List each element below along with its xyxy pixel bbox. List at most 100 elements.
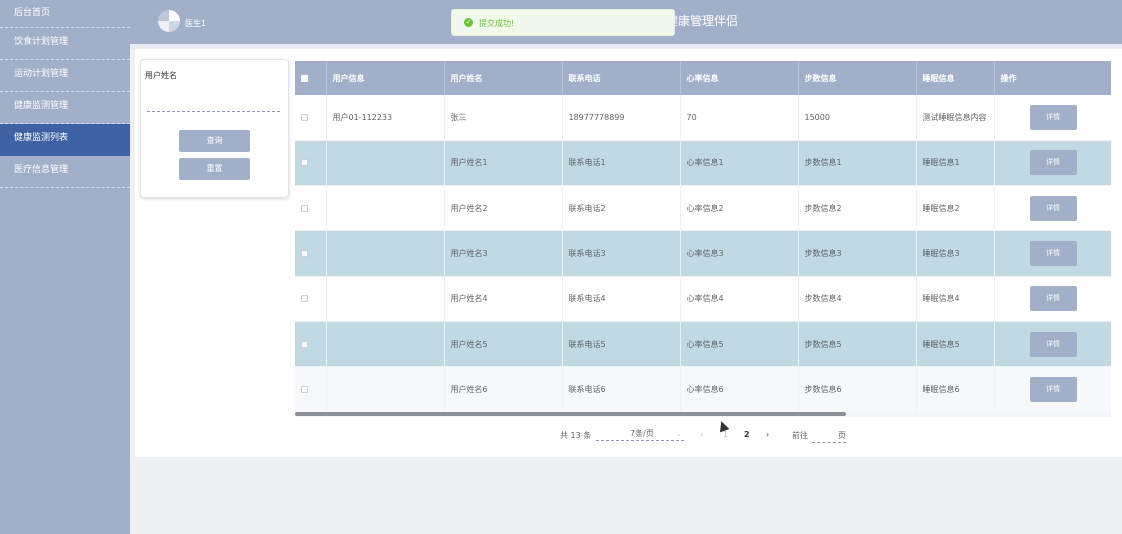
column-header: 联系电话 — [562, 61, 681, 95]
detail-button[interactable]: 详情 — [1029, 195, 1077, 221]
cell-phone: 联系电话5 — [562, 321, 681, 368]
table-header-row: 用户信息 用户姓名 联系电话 心率信息 步数信息 睡眠信息 操作 — [295, 61, 1111, 95]
cell-name: 用户姓名2 — [444, 185, 563, 232]
page-size-value: 7条/页 — [630, 429, 654, 438]
row-select-cell[interactable] — [295, 276, 327, 322]
row-checkbox[interactable] — [301, 204, 308, 212]
cell-actions: 详情 — [994, 95, 1111, 141]
row-checkbox[interactable] — [301, 159, 308, 167]
cell-steps: 步数信息6 — [798, 366, 917, 413]
cell-phone: 联系电话1 — [562, 140, 681, 187]
row-checkbox[interactable] — [301, 250, 308, 258]
sidebar: 后台首页 饮食计划管理 运动计划管理 健康监测管理 健康监测列表 医疗信息管理 — [0, 0, 130, 534]
table-row: 用户姓名5 联系电话5 心率信息5 步数信息5 睡眠信息5 详情 — [295, 321, 1111, 368]
cell-phone: 联系电话3 — [562, 230, 681, 277]
page-size-select[interactable]: 7条/页 ⌄ — [596, 427, 684, 441]
avatar[interactable] — [158, 10, 180, 32]
page-title: 健康管理伴侣 — [666, 14, 739, 28]
cell-user-info: 用户01-112233 — [326, 95, 445, 141]
row-select-cell[interactable] — [295, 95, 327, 141]
check-circle-icon: ✓ — [464, 18, 473, 27]
cell-actions: 详情 — [994, 230, 1111, 277]
cell-actions: 详情 — [994, 366, 1111, 413]
cell-name: 用户姓名4 — [444, 276, 563, 322]
pagination-total: 共 13 条 — [560, 431, 592, 440]
detail-button[interactable]: 详情 — [1029, 241, 1077, 267]
cell-heart: 70 — [680, 95, 799, 141]
detail-button[interactable]: 详情 — [1029, 331, 1077, 357]
sidebar-item-health-monitor-list[interactable]: 健康监测列表 — [0, 124, 130, 156]
data-table: 用户信息 用户姓名 联系电话 心率信息 步数信息 睡眠信息 操作 用户01-11… — [295, 61, 1111, 413]
page-button-2[interactable]: 2 — [744, 430, 750, 439]
user-name: 医生1 — [185, 19, 207, 28]
cell-heart: 心率信息5 — [680, 321, 799, 368]
toast-message: 提交成功! — [479, 19, 515, 28]
cell-heart: 心率信息6 — [680, 366, 799, 413]
detail-button[interactable]: 详情 — [1029, 376, 1077, 402]
cell-user-info — [326, 140, 445, 187]
cell-user-info — [326, 276, 445, 322]
reset-button[interactable]: 重置 — [179, 158, 250, 180]
cell-sleep: 测试睡眠信息内容 — [916, 95, 995, 141]
detail-button[interactable]: 详情 — [1029, 104, 1077, 130]
success-toast: ✓ 提交成功! — [451, 9, 675, 36]
cell-steps: 步数信息4 — [798, 276, 917, 322]
column-header: 步数信息 — [798, 61, 917, 95]
table-row: 用户姓名3 联系电话3 心率信息3 步数信息3 睡眠信息3 详情 — [295, 230, 1111, 277]
row-select-cell[interactable] — [295, 366, 327, 413]
chevron-down-icon: ⌄ — [675, 429, 682, 438]
cell-phone: 联系电话4 — [562, 276, 681, 322]
row-checkbox[interactable] — [301, 295, 308, 303]
sidebar-item-diet-plan[interactable]: 饮食计划管理 — [0, 28, 130, 60]
row-checkbox[interactable] — [301, 385, 308, 393]
cell-actions: 详情 — [994, 140, 1111, 187]
horizontal-scrollbar[interactable] — [295, 412, 846, 416]
table-row: 用户姓名1 联系电话1 心率信息1 步数信息1 睡眠信息1 详情 — [295, 140, 1111, 187]
cell-name: 用户姓名1 — [444, 140, 563, 187]
cell-actions: 详情 — [994, 276, 1111, 322]
page-suffix-label: 页 — [838, 431, 846, 440]
row-select-cell[interactable] — [295, 230, 327, 277]
user-name-search-input[interactable] — [147, 100, 280, 112]
row-checkbox[interactable] — [301, 340, 308, 348]
cell-steps: 步数信息2 — [798, 185, 917, 232]
row-select-cell[interactable] — [295, 185, 327, 232]
select-all-cell[interactable] — [295, 61, 327, 95]
cell-steps: 15000 — [798, 95, 917, 141]
row-checkbox[interactable] — [301, 113, 308, 121]
cell-sleep: 睡眠信息1 — [916, 140, 995, 187]
cell-heart: 心率信息1 — [680, 140, 799, 187]
cell-heart: 心率信息2 — [680, 185, 799, 232]
cell-user-info — [326, 321, 445, 368]
chevron-right-icon[interactable]: › — [766, 430, 769, 439]
cell-heart: 心率信息4 — [680, 276, 799, 322]
query-button[interactable]: 查询 — [179, 130, 250, 152]
cell-name: 用户姓名5 — [444, 321, 563, 368]
cell-sleep: 睡眠信息3 — [916, 230, 995, 277]
goto-label: 前往 — [792, 431, 808, 440]
detail-button[interactable]: 详情 — [1029, 150, 1077, 176]
row-select-cell[interactable] — [295, 140, 327, 187]
cell-steps: 步数信息3 — [798, 230, 917, 277]
cell-user-info — [326, 366, 445, 413]
search-label: 用户姓名 — [145, 71, 177, 80]
cell-sleep: 睡眠信息5 — [916, 321, 995, 368]
sidebar-item-health-monitor[interactable]: 健康监测管理 — [0, 92, 130, 124]
cell-name: 用户姓名3 — [444, 230, 563, 277]
page-button-1[interactable]: 1 — [723, 430, 728, 439]
sidebar-item-exercise-plan[interactable]: 运动计划管理 — [0, 60, 130, 92]
column-header: 睡眠信息 — [916, 61, 995, 95]
column-header: 用户姓名 — [444, 61, 563, 95]
detail-button[interactable]: 详情 — [1029, 286, 1077, 312]
sidebar-item-medical-info[interactable]: 医疗信息管理 — [0, 156, 130, 188]
row-select-cell[interactable] — [295, 321, 327, 368]
column-header: 操作 — [994, 61, 1111, 95]
column-header: 用户信息 — [326, 61, 445, 95]
chevron-left-icon[interactable]: ‹ — [700, 430, 703, 439]
cell-steps: 步数信息5 — [798, 321, 917, 368]
select-all-checkbox[interactable] — [301, 74, 308, 82]
cell-user-info — [326, 185, 445, 232]
sidebar-item-home[interactable]: 后台首页 — [0, 0, 130, 28]
cell-user-info — [326, 230, 445, 277]
cell-actions: 详情 — [994, 321, 1111, 368]
